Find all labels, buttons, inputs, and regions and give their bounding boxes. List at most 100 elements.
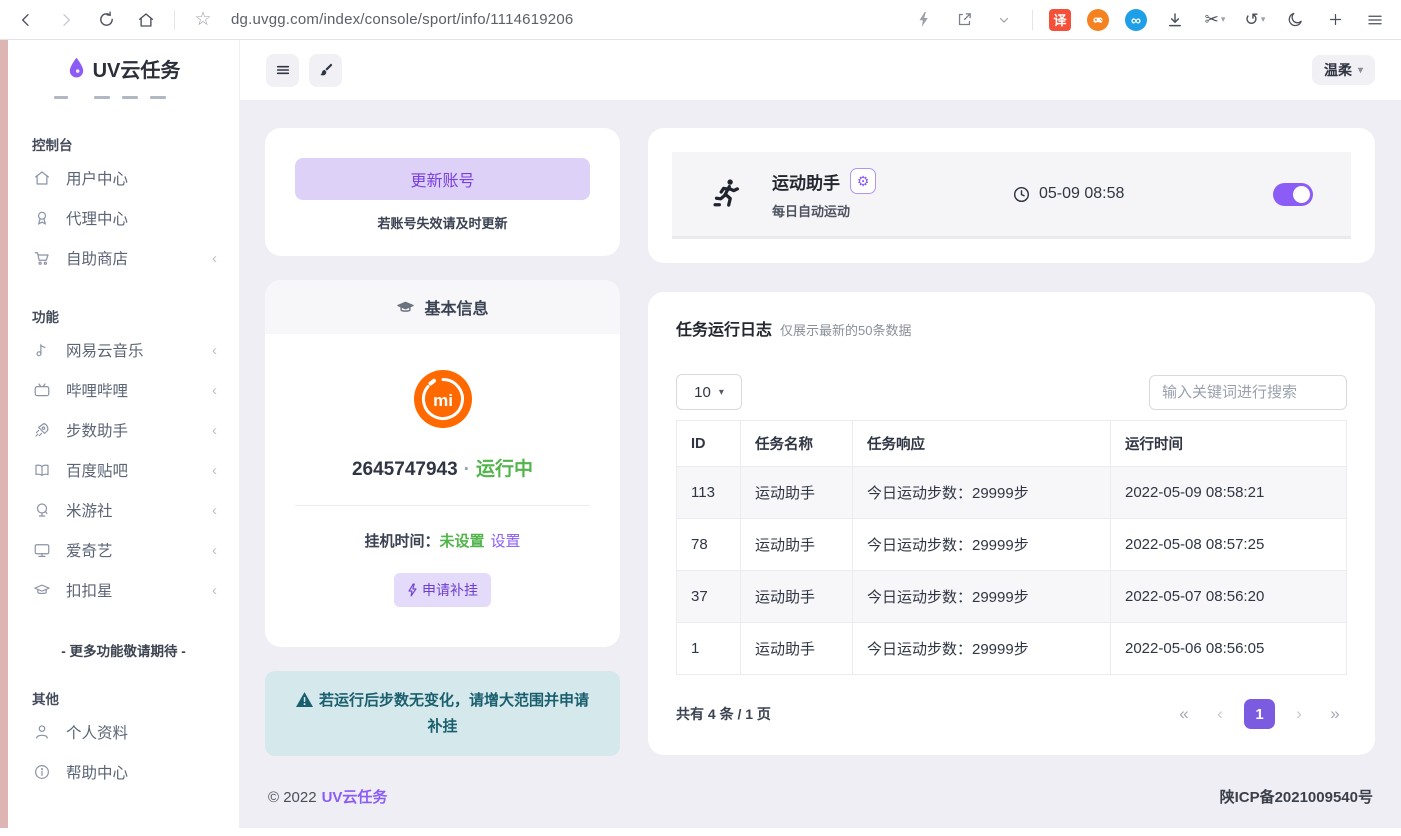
chevron-left-icon: ‹ (212, 422, 217, 439)
theme-brush-button[interactable] (309, 54, 342, 87)
chevron-down-icon[interactable] (992, 8, 1016, 32)
table-header-cell: ID (677, 421, 741, 467)
sidebar-item-profile[interactable]: 个人资料 (8, 712, 239, 752)
sidebar-item-bilibili[interactable]: 哔哩哔哩 ‹ (8, 370, 239, 410)
back-icon[interactable] (14, 8, 38, 32)
update-account-button[interactable]: 更新账号 (295, 158, 590, 200)
theme-name: 温柔 (1324, 60, 1352, 80)
task-info: 运动助手 ⚙ 每日自动运动 (772, 168, 1012, 220)
refresh-icon[interactable] (94, 8, 118, 32)
flash-icon[interactable] (912, 8, 936, 32)
screenshot-scissors-icon[interactable]: ✂▾ (1203, 8, 1227, 32)
clipped-icon (54, 96, 68, 99)
table-header-cell: 运行时间 (1111, 421, 1347, 467)
sidebar-item-label: 百度贴吧 (66, 459, 128, 481)
browser-menu-icon[interactable] (1363, 8, 1387, 32)
hang-time-set-link[interactable]: 设置 (491, 533, 521, 550)
search-input[interactable] (1149, 375, 1347, 410)
app-root: UV云任务 控制台 用户中心 代理中心 自助商店 ‹ 功能 (8, 40, 1401, 828)
download-icon[interactable] (1163, 8, 1187, 32)
log-table: ID任务名称任务响应运行时间 113运动助手今日运动步数：29999步2022-… (676, 420, 1347, 675)
table-cell: 今日运动步数：29999步 (853, 467, 1111, 519)
log-subtitle: 仅展示最新的50条数据 (780, 320, 911, 339)
page-current-button[interactable]: 1 (1244, 699, 1275, 729)
table-cell: 78 (677, 519, 741, 571)
infinity-extension-icon[interactable]: ∞ (1125, 9, 1147, 31)
nav-section-console: 控制台 (32, 134, 239, 154)
window-edge-strip (0, 40, 8, 828)
xiaomi-logo: mi (289, 370, 596, 428)
info-icon (32, 762, 52, 782)
page-next-button[interactable]: › (1287, 699, 1311, 729)
game-extension-icon[interactable] (1087, 9, 1109, 31)
sidebar-item-iqiyi[interactable]: 爱奇艺 ‹ (8, 530, 239, 570)
update-account-hint: 若账号失效请及时更新 (295, 213, 590, 232)
pagination: « ‹ 1 › » (1172, 699, 1347, 729)
sidebar-item-label: 哔哩哔哩 (66, 379, 128, 401)
graduation-cap-icon (396, 298, 415, 317)
sidebar-item-miyoushe[interactable]: 米游社 ‹ (8, 490, 239, 530)
account-update-card: 更新账号 若账号失效请及时更新 (265, 128, 620, 256)
sidebar-item-steps-helper[interactable]: 步数助手 ‹ (8, 410, 239, 450)
basic-info-header: 基本信息 (265, 280, 620, 334)
reapply-hang-button[interactable]: 申请补挂 (394, 573, 491, 607)
page-size-select[interactable]: 10 ▾ (676, 374, 742, 410)
basic-info-card: 基本信息 mi (265, 280, 620, 647)
toolbar-divider (1032, 10, 1033, 30)
open-book-icon (32, 460, 52, 480)
log-title: 任务运行日志 (676, 316, 772, 340)
collapse-menu-button[interactable] (266, 54, 299, 87)
bookmark-star-icon[interactable]: ☆ (191, 8, 215, 32)
app-logo[interactable]: UV云任务 (8, 40, 239, 96)
sport-task-card: 运动助手 ⚙ 每日自动运动 05-09 08:58 (648, 128, 1375, 263)
page-last-button[interactable]: » (1323, 699, 1347, 729)
share-icon[interactable] (952, 8, 976, 32)
sidebar-item-kkstar[interactable]: 扣扣星 ‹ (8, 570, 239, 610)
sidebar-item-label: 网易云音乐 (66, 339, 144, 361)
footer-brand-link[interactable]: UV云任务 (322, 789, 388, 806)
app-logo-text: UV云任务 (93, 54, 181, 83)
task-schedule-time: 05-09 08:58 (1012, 185, 1124, 204)
sidebar-item-self-shop[interactable]: 自助商店 ‹ (8, 238, 239, 278)
sidebar-item-clipped[interactable] (54, 96, 239, 106)
sidebar-item-label: 扣扣星 (66, 579, 113, 601)
sidebar-item-label: 用户中心 (66, 167, 128, 189)
clock-icon (1012, 185, 1031, 204)
rocket-icon (32, 420, 52, 440)
account-id: 2645747943 (352, 459, 458, 480)
sidebar-item-baidu-tieba[interactable]: 百度贴吧 ‹ (8, 450, 239, 490)
award-icon (32, 208, 52, 228)
runner-icon (710, 177, 744, 211)
undo-history-icon[interactable]: ↺▾ (1243, 8, 1267, 32)
sidebar-item-user-center[interactable]: 用户中心 (8, 158, 239, 198)
table-row: 113运动助手今日运动步数：29999步2022-05-09 08:58:21 (677, 467, 1347, 519)
task-enabled-toggle[interactable] (1273, 183, 1313, 206)
chevron-left-icon: ‹ (212, 382, 217, 399)
nav-section-other: 其他 (32, 688, 239, 708)
hang-time-line: 挂机时间：未设置设置 (289, 530, 596, 551)
translate-extension-icon[interactable]: 译 (1049, 9, 1071, 31)
home-icon[interactable] (134, 8, 158, 32)
sidebar-item-netease-music[interactable]: 网易云音乐 ‹ (8, 330, 239, 370)
content-area: 温柔 ▾ 更新账号 若账号失效请及时更新 基本信息 (240, 40, 1401, 828)
theme-select-button[interactable]: 温柔 ▾ (1312, 55, 1375, 85)
sidebar-nav: 控制台 用户中心 代理中心 自助商店 ‹ 功能 网易云音乐 ‹ (8, 106, 239, 828)
sidebar-item-agent-center[interactable]: 代理中心 (8, 198, 239, 238)
sidebar-item-label: 帮助中心 (66, 761, 128, 783)
page-prev-button[interactable]: ‹ (1208, 699, 1232, 729)
sidebar-item-help-center[interactable]: 帮助中心 (8, 752, 239, 792)
new-tab-plus-icon[interactable] (1323, 8, 1347, 32)
task-settings-gear-icon[interactable]: ⚙ (850, 168, 876, 194)
dark-mode-moon-icon[interactable] (1283, 8, 1307, 32)
running-status: 运行中 (476, 459, 533, 480)
page-first-button[interactable]: « (1172, 699, 1196, 729)
toggle-knob (1293, 186, 1310, 203)
table-header-cell: 任务名称 (741, 421, 853, 467)
globe-icon (32, 500, 52, 520)
table-header-row: ID任务名称任务响应运行时间 (677, 421, 1347, 467)
divider (295, 505, 590, 506)
forward-icon[interactable] (54, 8, 78, 32)
basic-info-title: 基本信息 (424, 295, 488, 319)
page-footer: © 2022UV云任务 陕ICP备2021009540号 (265, 756, 1375, 836)
address-bar[interactable]: dg.uvgg.com/index/console/sport/info/111… (231, 11, 896, 28)
